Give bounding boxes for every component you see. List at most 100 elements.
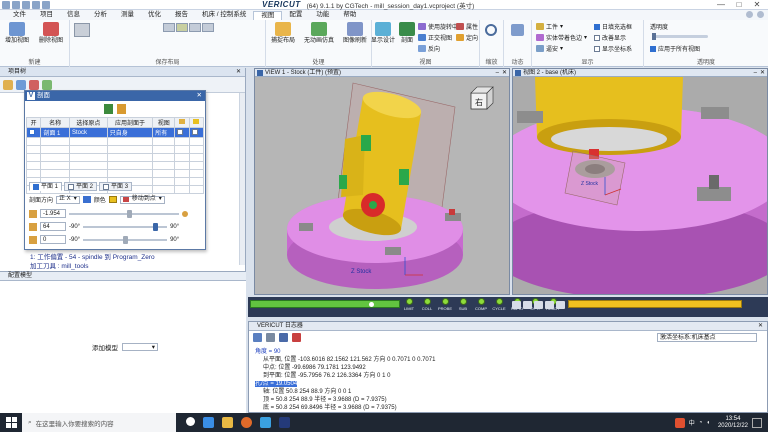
stop-button[interactable] (534, 301, 543, 309)
add-view-button[interactable]: 增加视图 (0, 22, 34, 45)
minimize-button[interactable]: — (712, 0, 730, 10)
save-icon[interactable] (12, 1, 20, 9)
view-minimize-icon[interactable]: – (496, 69, 499, 77)
notification-icon[interactable] (752, 417, 762, 428)
move-to-point-select[interactable]: 移动到点 ▾ (119, 195, 165, 204)
orient[interactable]: 定向 (456, 33, 478, 42)
view-1[interactable]: VIEW 1 - Stock (工件) (预置) – ✕ Z Stock 右 (254, 68, 510, 295)
layout-preset-4[interactable] (202, 23, 214, 32)
apply-all-views-checkbox[interactable]: 应用于所有视图 (650, 44, 700, 53)
edge-icon[interactable] (203, 417, 214, 428)
zoom-icon[interactable] (485, 24, 497, 36)
network-icon[interactable]: ◔ (699, 420, 703, 426)
tree-tool-copy-icon[interactable] (42, 79, 52, 90)
task-view-icon[interactable] (186, 417, 195, 426)
direction-select[interactable]: 正 X ▾ (56, 195, 80, 204)
menu-help[interactable]: 帮助 (336, 10, 363, 20)
transparency-slider[interactable] (652, 33, 708, 40)
properties[interactable]: 属性 (456, 22, 478, 31)
view-close-icon[interactable]: ✕ (502, 69, 507, 77)
position-field[interactable]: -1.954 (40, 209, 66, 218)
angle2-slider[interactable] (83, 235, 168, 244)
layout-preset-1[interactable] (163, 23, 175, 32)
menu-view[interactable]: 视图 (253, 10, 283, 20)
layout-preset-2[interactable] (176, 23, 188, 32)
layout-preset-3[interactable] (189, 23, 201, 32)
undo-icon[interactable] (32, 1, 40, 9)
tree-item-tools[interactable]: 加工刀具 : mill_tools (30, 260, 89, 270)
help-icon[interactable] (757, 11, 764, 18)
menu-analysis[interactable]: 分析 (87, 10, 114, 20)
dialog-close-icon[interactable]: ✕ (197, 91, 202, 101)
flip-icon[interactable] (82, 196, 91, 203)
rewind-button[interactable] (512, 301, 521, 309)
tree-tool-folder-icon[interactable] (3, 79, 13, 90)
redo-icon[interactable] (42, 1, 50, 9)
menu-optimize[interactable]: 优化 (141, 10, 168, 20)
view-1-canvas[interactable]: Z Stock 右 (255, 77, 509, 294)
menu-function[interactable]: 功能 (309, 10, 336, 20)
step-button[interactable] (545, 301, 554, 309)
dynamic-icon[interactable] (511, 24, 524, 36)
menu-config[interactable]: 配置 (282, 10, 309, 20)
vericut-taskbar-icon[interactable] (279, 417, 290, 428)
reverse[interactable]: 反向 (418, 44, 440, 53)
tab-plane-3[interactable]: 平面 3 (99, 182, 133, 191)
play-button[interactable] (556, 301, 565, 309)
file-explorer-icon[interactable] (222, 417, 233, 428)
position-slider[interactable] (69, 209, 179, 218)
open-icon[interactable] (22, 1, 30, 9)
tree-tool-add-icon[interactable] (16, 79, 26, 90)
section-row[interactable]: 剖面 1 Stock 只自身 所有 (25, 127, 205, 138)
display-mode-part[interactable]: 工件 ▾ (536, 22, 563, 31)
panel-close-icon[interactable]: ✕ (236, 68, 241, 77)
log-print-icon[interactable] (279, 333, 288, 342)
view-close-icon[interactable]: ✕ (760, 69, 765, 77)
speed-slider[interactable] (568, 300, 742, 308)
clock[interactable]: 13:54 2020/12/22 (718, 416, 748, 430)
angle1-slider[interactable] (83, 222, 168, 231)
section-dialog-title[interactable]: V 剖面 ✕ (25, 91, 205, 101)
section-on-checkbox[interactable] (29, 128, 35, 135)
taskbar-search[interactable]: ⌕ 在这里输入你要搜索的内容 (22, 413, 176, 432)
display-mode-approx[interactable]: 逼安 ▾ (536, 44, 563, 53)
angle1-field[interactable]: 64 (40, 222, 66, 231)
menu-file[interactable]: 文件 (6, 10, 33, 20)
add-section-icon[interactable] (104, 104, 113, 114)
view-cube[interactable]: 右 (470, 86, 494, 110)
improve-display-checkbox[interactable]: 改善显示 (594, 33, 626, 42)
windows-start-button[interactable] (0, 413, 22, 432)
maximize-button[interactable]: □ (730, 0, 748, 10)
color-swatch[interactable] (108, 196, 117, 203)
close-button[interactable]: ✕ (748, 0, 766, 10)
firefox-icon[interactable] (241, 417, 252, 428)
progress-thumb[interactable] (369, 302, 375, 307)
ribbon-collapse-icon[interactable] (746, 11, 753, 18)
fill-box-checkbox[interactable]: 日填充选框 (594, 22, 632, 31)
menu-machine-control[interactable]: 机床 / 控制系统 (195, 10, 253, 20)
no-anim-sim-button[interactable]: 无动画仿真 (302, 22, 336, 45)
ime-app-icon[interactable] (674, 417, 685, 428)
menu-report[interactable]: 报告 (168, 10, 195, 20)
csys-combo[interactable]: 激活坐标系:机床基点 (657, 333, 757, 342)
log-close-icon[interactable]: ✕ (758, 322, 763, 331)
ime-indicator[interactable]: 中 (689, 418, 695, 427)
ortho-view[interactable]: 正交视图 (418, 33, 452, 42)
transparency-thumb[interactable] (652, 33, 656, 40)
progress-bar[interactable] (250, 300, 400, 308)
display-mode-shaded[interactable]: 实体带着色边 ▾ (536, 33, 587, 42)
remove-section-icon[interactable] (117, 104, 126, 114)
view-minimize-icon[interactable]: – (754, 69, 757, 77)
log-filter-icon[interactable] (292, 333, 301, 342)
menu-measure[interactable]: 测量 (114, 10, 141, 20)
log-clear-icon[interactable] (253, 333, 262, 342)
tab-plane-1[interactable]: 平面 1 (29, 182, 63, 191)
log-save-icon[interactable] (266, 333, 275, 342)
app-icon[interactable] (2, 1, 10, 9)
tree-scrollbar[interactable] (239, 93, 245, 265)
capture-layout-button[interactable]: 捕捉布局 (266, 22, 300, 45)
menu-project[interactable]: 项目 (33, 10, 60, 20)
angle2-field[interactable]: 0 (40, 235, 66, 244)
delete-view-button[interactable]: 删除视图 (34, 22, 68, 45)
layout-monitor-icon[interactable] (74, 23, 90, 37)
